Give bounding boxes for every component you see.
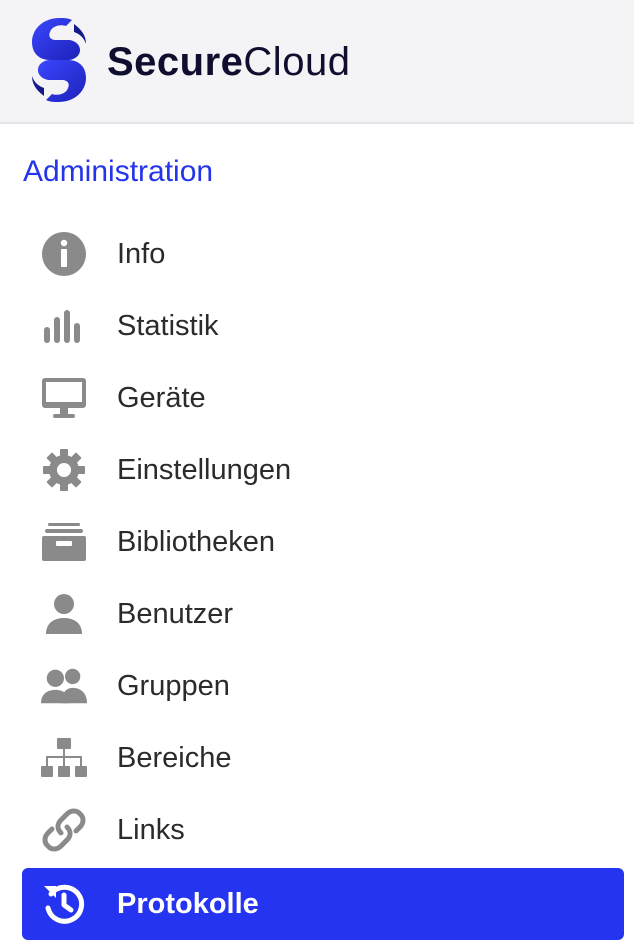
nav-item-label: Statistik: [117, 309, 219, 342]
nav-item-label: Bereiche: [117, 741, 232, 774]
nav-item-label: Bibliotheken: [117, 525, 275, 558]
users-icon: [40, 662, 88, 710]
gear-icon: [40, 446, 88, 494]
nav-item-label: Info: [117, 237, 166, 270]
brand-name-light: Cloud: [243, 40, 351, 84]
bar-chart-icon: [40, 302, 88, 350]
nav-item-statistik[interactable]: Statistik: [22, 290, 624, 362]
nav-item-benutzer[interactable]: Benutzer: [22, 578, 624, 650]
section-title: Administration: [23, 155, 214, 188]
admin-nav: Info Statistik Geräte Einstellungen Bibl…: [22, 218, 624, 940]
nav-item-label: Protokolle: [117, 887, 259, 920]
nav-item-label: Links: [117, 813, 185, 846]
sitemap-icon: [40, 734, 88, 782]
brand-name-bold: Secure: [107, 40, 244, 84]
nav-item-protokolle[interactable]: Protokolle: [22, 868, 624, 940]
nav-item-label: Einstellungen: [117, 453, 292, 486]
user-icon: [40, 590, 88, 638]
info-icon: [40, 230, 88, 278]
monitor-icon: [40, 374, 88, 422]
securecloud-logo-icon[interactable]: [30, 16, 88, 104]
nav-item-label: Gruppen: [117, 669, 230, 702]
nav-item-geraete[interactable]: Geräte: [22, 362, 624, 434]
app-header: SecureCloud: [0, 0, 634, 124]
nav-item-bereiche[interactable]: Bereiche: [22, 722, 624, 794]
history-icon: [40, 880, 88, 928]
nav-item-label: Geräte: [117, 381, 206, 414]
nav-item-info[interactable]: Info: [22, 218, 624, 290]
nav-item-gruppen[interactable]: Gruppen: [22, 650, 624, 722]
nav-item-bibliotheken[interactable]: Bibliotheken: [22, 506, 624, 578]
nav-item-label: Benutzer: [117, 597, 234, 630]
link-icon: [40, 806, 88, 854]
archive-icon: [40, 518, 88, 566]
nav-item-einstellungen[interactable]: Einstellungen: [22, 434, 624, 506]
nav-item-links[interactable]: Links: [22, 794, 624, 866]
brand-name: SecureCloud: [107, 36, 350, 88]
